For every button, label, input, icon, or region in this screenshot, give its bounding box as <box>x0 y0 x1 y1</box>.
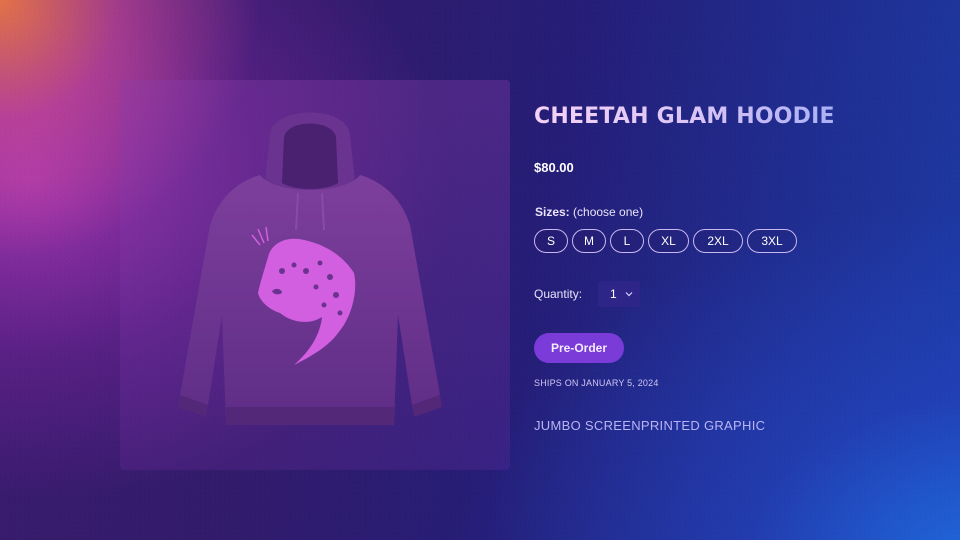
size-option-xl[interactable]: XL <box>648 229 689 253</box>
size-option-l[interactable]: L <box>610 229 644 253</box>
product-image <box>160 95 460 440</box>
sizes-label-text: Sizes: <box>535 205 570 219</box>
size-option-2xl[interactable]: 2XL <box>693 229 743 253</box>
product-title: CHEETAH GLAM HOODIE <box>534 104 835 129</box>
ship-date-text: SHIPS ON JANUARY 5, 2024 <box>534 378 659 388</box>
sizes-hint: (choose one) <box>573 205 644 219</box>
product-price: $80.00 <box>534 160 574 175</box>
quantity-value: 1 <box>610 287 617 301</box>
hoodie-icon <box>178 112 442 425</box>
sizes-label: Sizes: (choose one) <box>535 205 643 219</box>
size-option-m[interactable]: M <box>572 229 606 253</box>
size-option-3xl[interactable]: 3XL <box>747 229 797 253</box>
product-description: JUMBO SCREENPRINTED GRAPHIC <box>534 418 766 433</box>
quantity-label: Quantity: <box>534 287 583 301</box>
preorder-button[interactable]: Pre-Order <box>534 333 624 363</box>
quantity-select[interactable]: 1 <box>598 281 640 307</box>
chevron-down-icon <box>625 292 633 297</box>
size-options: S M L XL 2XL 3XL <box>534 229 797 253</box>
size-option-s[interactable]: S <box>534 229 568 253</box>
